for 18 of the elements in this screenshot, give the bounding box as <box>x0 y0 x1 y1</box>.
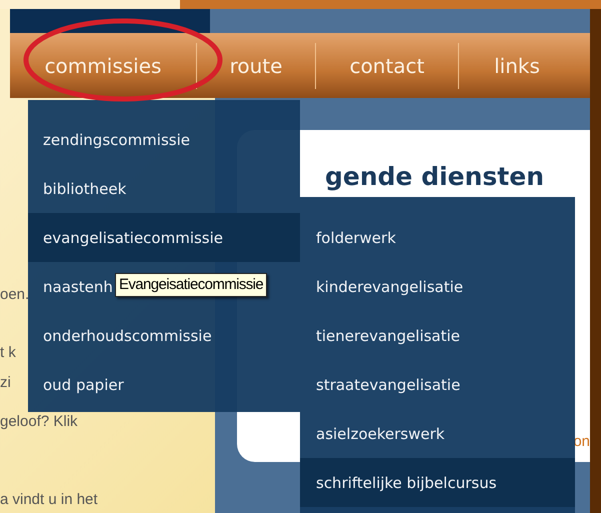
menu-item[interactable]: tienerevangelisatie <box>300 311 575 360</box>
menu-item[interactable]: straatevangelisatie <box>300 360 575 409</box>
section-heading: gende diensten <box>325 162 546 191</box>
menu-item[interactable]: bibliotheek <box>28 164 300 213</box>
sidebar-text: t k <box>0 344 16 361</box>
menu-item[interactable]: onderhoudscommissie <box>28 311 300 360</box>
sidebar-text: zi <box>0 374 11 391</box>
menu-item[interactable]: asielzoekerswerk <box>300 409 575 458</box>
menu-item[interactable]: schriftelijke bijbelcursus <box>300 458 575 507</box>
menu-item[interactable]: evangelisatiecommissie <box>28 213 300 262</box>
menu-item[interactable]: folderwerk <box>300 213 575 262</box>
sidebar-text: a vindt u in het <box>0 491 98 508</box>
menu-item[interactable]: zendingscommissie <box>28 115 300 164</box>
sidebar-text: geloof? Klik <box>0 413 78 430</box>
sidebar-text: oen. <box>0 286 30 303</box>
menu-item[interactable]: oud papier <box>28 360 300 409</box>
menu-item[interactable]: kinderevangelisatie <box>300 262 575 311</box>
tooltip: Evangeisatiecommissie <box>115 273 268 297</box>
